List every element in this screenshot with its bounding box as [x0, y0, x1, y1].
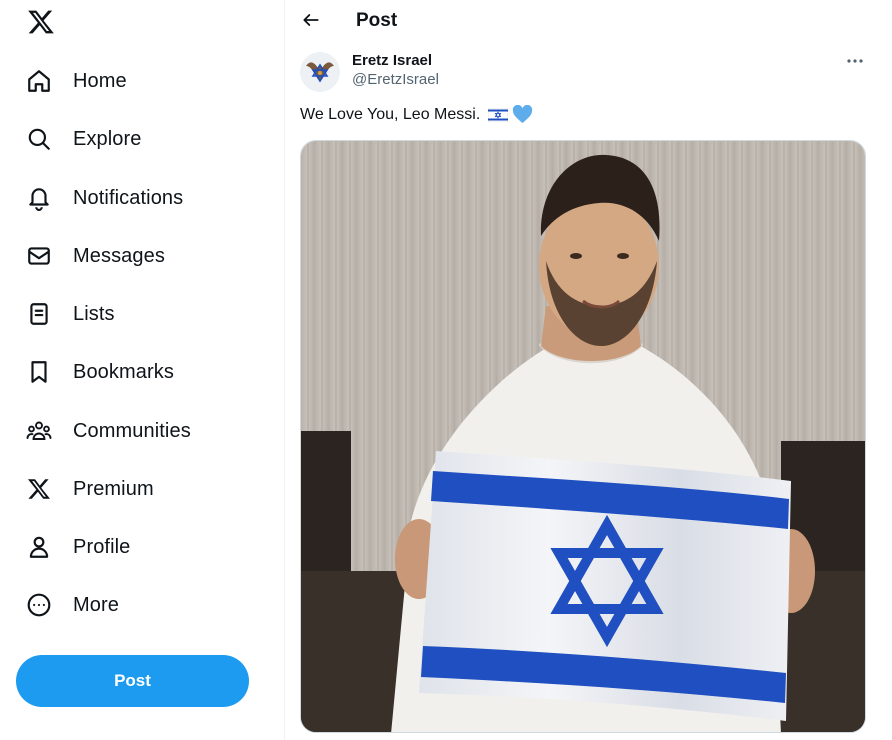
sidebar-item-label: Bookmarks [73, 360, 174, 383]
home-icon [26, 68, 52, 94]
sidebar-item-messages[interactable]: Messages [14, 231, 177, 281]
sidebar-item-label: Profile [73, 535, 131, 558]
author-name[interactable]: Eretz Israel [352, 52, 432, 69]
tweet-image[interactable] [300, 140, 866, 733]
avatar[interactable] [300, 52, 340, 92]
blue-heart-emoji [512, 104, 533, 124]
back-arrow-icon[interactable] [299, 8, 323, 32]
israel-flag-emoji [487, 107, 509, 122]
tweet-body: We Love You, Leo Messi. [300, 105, 481, 123]
sidebar-item-premium[interactable]: Premium [14, 464, 166, 514]
tweet-author: Eretz Israel @EretzIsrael [300, 50, 870, 94]
post-header: Post [285, 0, 892, 42]
author-handle[interactable]: @EretzIsrael [352, 71, 439, 88]
communities-icon [26, 418, 52, 444]
sidebar-item-label: Messages [73, 244, 165, 267]
sidebar-item-label: More [73, 593, 119, 616]
sidebar-item-label: Communities [73, 419, 191, 442]
sidebar-item-label: Explore [73, 127, 142, 150]
sidebar-item-label: Home [73, 69, 127, 92]
sidebar-item-bookmarks[interactable]: Bookmarks [14, 347, 186, 397]
tweet-text: We Love You, Leo Messi. [300, 104, 533, 124]
sidebar: Home Explore Notifications Messages List… [0, 0, 284, 740]
sidebar-item-label: Premium [73, 477, 154, 500]
sidebar-item-notifications[interactable]: Notifications [14, 173, 195, 223]
envelope-icon [26, 243, 52, 269]
search-icon [26, 126, 52, 152]
list-icon [26, 301, 52, 327]
page-title: Post [356, 10, 398, 31]
bell-icon [26, 185, 52, 211]
sidebar-item-label: Lists [73, 302, 115, 325]
post-button[interactable]: Post [16, 655, 249, 707]
sidebar-item-more[interactable]: More [14, 580, 131, 630]
more-circle-icon [26, 592, 52, 618]
x-logo-icon [26, 476, 52, 502]
column-divider [284, 0, 285, 740]
more-horizontal-icon[interactable] [840, 50, 870, 72]
sidebar-item-communities[interactable]: Communities [14, 406, 203, 456]
sidebar-item-explore[interactable]: Explore [14, 114, 154, 164]
x-logo-icon[interactable] [26, 8, 56, 38]
sidebar-item-home[interactable]: Home [14, 56, 139, 106]
sidebar-item-lists[interactable]: Lists [14, 289, 127, 339]
person-icon [26, 534, 52, 560]
sidebar-item-label: Notifications [73, 186, 184, 209]
bookmark-icon [26, 359, 52, 385]
sidebar-item-profile[interactable]: Profile [14, 522, 142, 572]
